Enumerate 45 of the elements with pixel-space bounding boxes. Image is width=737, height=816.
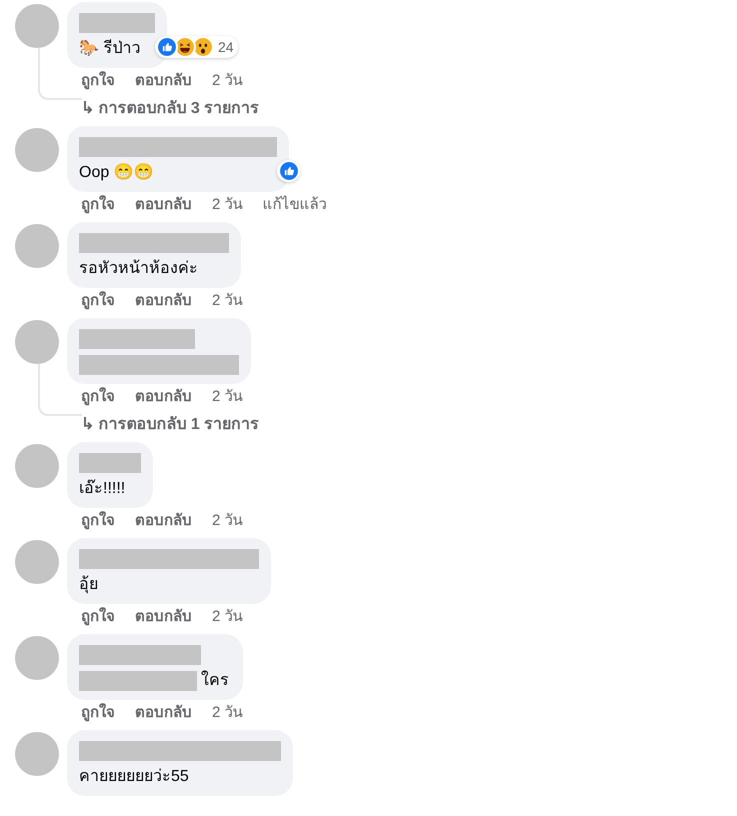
timestamp[interactable]: 2 วัน: [212, 70, 243, 92]
like-link[interactable]: ถูกใจ: [81, 510, 115, 532]
comment-text: คายยยยยยว่ะ55: [79, 767, 190, 787]
like-link[interactable]: ถูกใจ: [81, 290, 115, 312]
reaction-summary[interactable]: [277, 160, 300, 182]
like-link[interactable]: ถูกใจ: [81, 606, 115, 628]
edited-label: แก้ไขแล้ว: [262, 194, 327, 215]
laughing-face-icon: [174, 36, 196, 58]
reply-link[interactable]: ตอบกลับ: [135, 702, 192, 724]
view-replies-link[interactable]: ↳ การตอบกลับ 3 รายการ: [67, 98, 260, 120]
avatar: [14, 320, 58, 364]
timestamp[interactable]: 2 วัน: [212, 194, 243, 216]
avatar: [14, 540, 58, 584]
like-link[interactable]: ถูกใจ: [81, 194, 115, 216]
view-replies-link[interactable]: ↳ การตอบกลับ 1 รายการ: [67, 414, 260, 436]
reply-link[interactable]: ตอบกลับ: [135, 194, 192, 216]
like-link[interactable]: ถูกใจ: [81, 702, 115, 724]
reaction-summary[interactable]: 24: [155, 36, 238, 58]
reply-link[interactable]: ตอบกลับ: [135, 290, 192, 312]
avatar: [14, 224, 58, 268]
surprised-face-icon: [192, 36, 214, 58]
thumbs-up-icon: [278, 160, 300, 182]
comment-text: อุ้ย: [79, 575, 99, 595]
comment-text: Oop 😁😁: [79, 163, 155, 183]
comment-text: รอหัวหน้าห้องค่ะ: [79, 259, 199, 279]
like-link[interactable]: ถูกใจ: [81, 70, 115, 92]
avatar: [14, 636, 58, 680]
avatar: [14, 732, 58, 776]
comment-text: เอ๊ะ!!!!!: [79, 479, 126, 499]
avatar: [14, 4, 58, 48]
timestamp[interactable]: 2 วัน: [212, 606, 243, 628]
comment-text: ใคร: [201, 671, 230, 691]
timestamp[interactable]: 2 วัน: [212, 386, 243, 408]
timestamp[interactable]: 2 วัน: [212, 510, 243, 532]
avatar: [14, 444, 58, 488]
reply-link[interactable]: ตอบกลับ: [135, 386, 192, 408]
reply-link[interactable]: ตอบกลับ: [135, 70, 192, 92]
comment-text: 🐎 รีป่าว: [79, 39, 142, 59]
timestamp[interactable]: 2 วัน: [212, 702, 243, 724]
reply-link[interactable]: ตอบกลับ: [135, 606, 192, 628]
thumbs-up-icon: [156, 36, 178, 58]
reply-link[interactable]: ตอบกลับ: [135, 510, 192, 532]
like-link[interactable]: ถูกใจ: [81, 386, 115, 408]
avatar: [14, 128, 58, 172]
timestamp[interactable]: 2 วัน: [212, 290, 243, 312]
